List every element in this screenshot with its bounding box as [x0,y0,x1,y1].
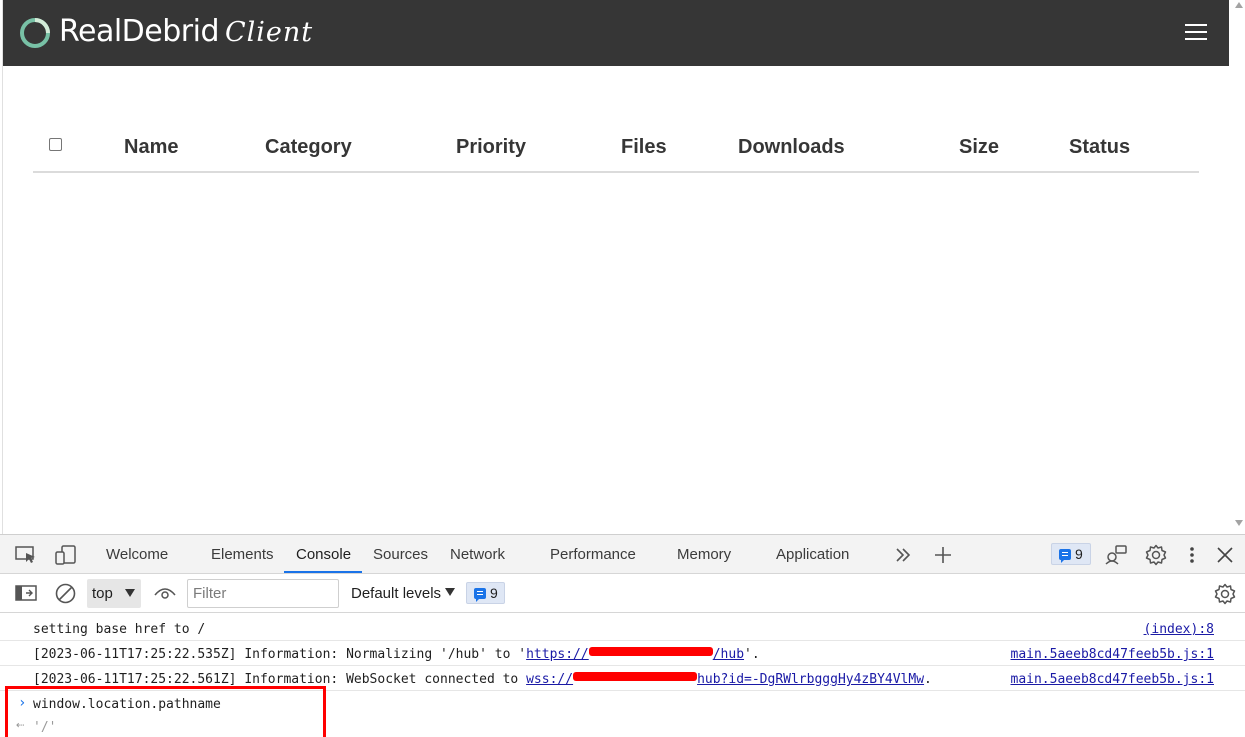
source-link[interactable]: (index):8 [1144,622,1214,637]
tab-welcome[interactable]: Welcome [106,546,168,563]
chevron-down-icon [445,588,456,596]
redaction-mark [588,647,713,656]
tab-memory[interactable]: Memory [677,546,731,563]
column-category[interactable]: Category [265,136,352,159]
column-files[interactable]: Files [621,136,667,159]
console-message-count-badge[interactable]: 9 [466,582,505,604]
message-icon [474,588,486,602]
source-link[interactable]: main.5aeeb8cd47feeb5b.js:1 [1011,672,1215,687]
window-edge [0,0,3,534]
device-toolbar-icon[interactable] [55,545,77,565]
tab-network[interactable]: Network [450,546,505,563]
console-message: [2023-06-11T17:25:22.535Z] Information: … [0,641,1245,666]
devtools-tabbar: Welcome Elements Console Sources Network… [0,535,1245,574]
column-name[interactable]: Name [124,136,178,159]
tab-elements[interactable]: Elements [211,546,274,563]
column-size[interactable]: Size [959,136,999,159]
column-downloads[interactable]: Downloads [738,136,845,159]
console-input-line[interactable]: › window.location.pathname [0,691,1245,716]
console-message: [2023-06-11T17:25:22.561Z] Information: … [0,666,1245,691]
active-tab-indicator [284,571,362,573]
console-settings-gear-icon[interactable] [1214,583,1236,605]
sidebar-toggle-icon[interactable] [15,585,37,601]
kebab-menu-icon[interactable] [1186,546,1198,564]
add-tab-icon[interactable] [934,546,952,564]
message-icon [1059,549,1071,563]
log-levels-dropdown[interactable]: Default levels [351,585,456,602]
user-feedback-icon[interactable] [1105,545,1127,565]
context-select[interactable]: top [87,579,141,608]
console-message: setting base href to / (index):8 [0,616,1245,641]
column-status[interactable]: Status [1069,136,1130,159]
logo-text[interactable]: RealDebrid [59,14,220,49]
return-arrow-icon: ⇠ [16,717,25,733]
url-link[interactable]: wss://hub?id=-DgRWlrbgggHy4zBY4VlMw [526,672,924,687]
app-page: RealDebrid Client Name Category Priority… [0,0,1245,534]
console-output[interactable]: setting base href to / (index):8 [2023-0… [0,614,1245,737]
filter-input[interactable] [187,579,339,608]
redaction-mark [573,672,698,681]
column-priority[interactable]: Priority [456,136,526,159]
live-expression-eye-icon[interactable] [154,586,176,600]
tab-sources[interactable]: Sources [373,546,428,563]
close-devtools-icon[interactable] [1217,547,1233,563]
torrent-table-header: Name Category Priority Files Downloads S… [33,128,1199,173]
url-link[interactable]: https:///hub [526,647,744,662]
logo-ring-icon [20,18,50,48]
tab-performance[interactable]: Performance [550,546,636,563]
page-scrollbar[interactable] [1229,0,1245,534]
source-link[interactable]: main.5aeeb8cd47feeb5b.js:1 [1011,647,1215,662]
console-toolbar: top Default levels 9 [0,574,1245,613]
console-result-line: ⇠ '/' [16,717,57,735]
more-tabs-icon[interactable] [895,547,911,563]
scroll-down-icon[interactable] [1235,520,1243,526]
navbar: RealDebrid Client [3,0,1229,66]
clear-console-icon[interactable] [55,583,76,604]
logo-subtitle: Client [225,17,314,48]
settings-gear-icon[interactable] [1145,544,1167,566]
tab-application[interactable]: Application [776,546,849,563]
scroll-up-icon[interactable] [1235,2,1243,8]
tab-console[interactable]: Console [296,546,351,563]
inspect-element-icon[interactable] [15,546,37,564]
prompt-chevron-icon: › [18,695,27,711]
hamburger-icon[interactable] [1185,24,1207,42]
chevron-down-icon [125,589,135,597]
select-all-checkbox[interactable] [49,138,62,151]
issues-badge[interactable]: 9 [1051,543,1091,565]
devtools-panel: Welcome Elements Console Sources Network… [0,534,1245,737]
